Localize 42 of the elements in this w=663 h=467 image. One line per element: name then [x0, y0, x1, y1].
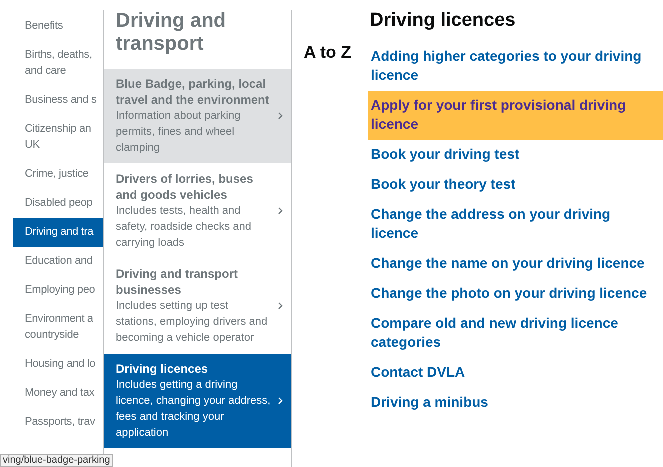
topic-link[interactable]: Change the address on your driving licence [368, 200, 663, 249]
topic-link[interactable]: Compare old and new driving licence categories [368, 309, 663, 358]
subnav-item-description: Includes tests, health and safety, roadside checks and carrying loads [116, 204, 253, 251]
sidebar-item[interactable]: Driving and tra [13, 218, 103, 247]
subnav-item-title: Drivers of lorries, buses and goods vehicles [116, 171, 254, 203]
topic-link[interactable]: Book your theory test [368, 170, 663, 200]
sidebar-item[interactable]: Housing and lo [13, 350, 103, 379]
subnav-item-title: Driving licences [116, 361, 210, 377]
topic-link[interactable]: Change the name on your driving licence [368, 249, 663, 279]
topic-link[interactable]: Adding higher categories to your driving licence [368, 42, 663, 91]
topic-link[interactable]: Change the photo on your driving licence [368, 279, 663, 309]
index-label: A to Z [304, 42, 353, 64]
chevron-icon [278, 207, 283, 215]
chevron-icon [278, 397, 283, 405]
chevron-icon [278, 302, 283, 310]
sidebar-item[interactable]: Citizenship an UK [13, 115, 103, 160]
sidebar-item[interactable]: Passports, trav [13, 408, 103, 437]
sidebar-item[interactable]: Business and s [13, 86, 103, 115]
topic-link[interactable]: Apply for your first provisional driving licence [368, 91, 663, 140]
subnav-item[interactable]: Blue Badge, parking, local travel and the environment Information about parking permits, fines and wheel clamping [104, 68, 291, 163]
chevron-icon [278, 112, 283, 120]
topic-link[interactable]: Driving a minibus [368, 388, 663, 418]
subnav-item-description: Information about parking permits, fines and wheel clamping [116, 109, 242, 156]
subnav-item-description: Includes getting a driving licence, changing your address, fees and tracking your application [116, 378, 272, 441]
url-tooltip: ving/blue-badge-parking [0, 454, 114, 467]
sidebar-item[interactable]: Employing peo [13, 276, 103, 305]
topic-link[interactable]: Book your driving test [368, 140, 663, 170]
sidebar-item[interactable]: Crime, justice [13, 160, 103, 189]
section-title: Driving and transport [115, 10, 228, 57]
topic-link[interactable]: Contact DVLA [368, 358, 663, 388]
sidebar-item[interactable]: Environment a countryside [13, 305, 103, 350]
sidebar-item[interactable]: Money and tax [13, 379, 103, 408]
subnav-item[interactable]: Drivers of lorries, buses and goods vehicles Includes tests, health and safety, roadside checks and carrying loads [104, 163, 291, 258]
subnav-item-title: Driving and transport businesses [116, 266, 240, 298]
sidebar-item[interactable]: Births, deaths, and care [13, 41, 103, 86]
subnav-item-title: Blue Badge, parking, local travel and the environment [116, 76, 270, 108]
subnav-item[interactable]: Driving licences Includes getting a driving licence, changing your address, fees and tracking your application [104, 353, 291, 448]
page-heading: Driving licences [370, 10, 517, 32]
sidebar-item[interactable]: Disabled peop [13, 189, 103, 218]
sidebar-item[interactable]: Education and [13, 247, 103, 276]
subnav-item-description: Includes setting up test stations, employing drivers and becoming a vehicle operator [116, 299, 269, 346]
sidebar-item[interactable]: Benefits [13, 12, 103, 41]
